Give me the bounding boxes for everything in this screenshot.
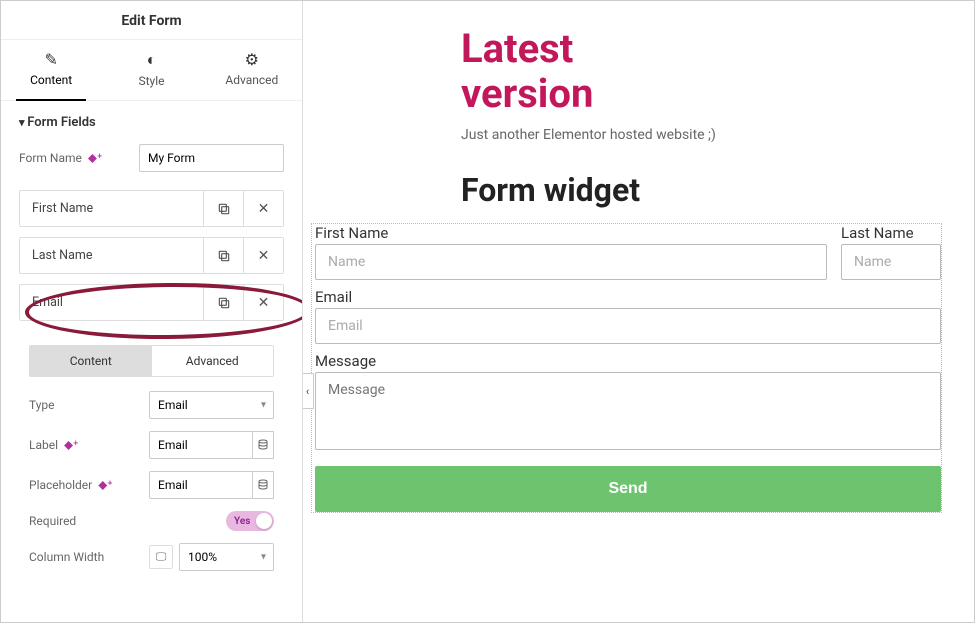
sidebar-title: Edit Form [1, 1, 302, 40]
tab-label: Style [138, 74, 164, 88]
tab-label: Advanced [225, 73, 278, 87]
duplicate-icon[interactable] [203, 191, 243, 226]
preview-pane: ‹ Latest version Just another Elementor … [303, 1, 974, 622]
toggle-knob [256, 513, 272, 529]
editor-tabs: ✎ Content ◐ Style ⚙ Advanced [1, 40, 302, 101]
subtab-advanced[interactable]: Advanced [152, 346, 274, 376]
duplicate-icon[interactable] [203, 285, 243, 320]
tab-advanced[interactable]: ⚙ Advanced [202, 40, 302, 100]
colwidth-label: Column Width [29, 550, 139, 564]
tab-content[interactable]: ✎ Content [1, 40, 101, 100]
email-input[interactable] [315, 308, 941, 344]
editor-sidebar: Edit Form ✎ Content ◐ Style ⚙ Advanced F… [1, 1, 303, 622]
field-item-first-name[interactable]: First Name ✕ [19, 190, 284, 227]
gear-icon: ⚙ [202, 50, 302, 69]
field-item-last-name[interactable]: Last Name ✕ [19, 237, 284, 274]
form-widget-heading: Form widget [461, 171, 942, 209]
required-label: Required [29, 514, 139, 528]
close-icon[interactable]: ✕ [243, 285, 283, 320]
hero: Latest version Just another Elementor ho… [461, 27, 942, 143]
message-textarea[interactable] [315, 372, 941, 450]
panel-body: Form Fields Form Name ⬥⁺ First Name ✕ [1, 101, 302, 622]
field-item-label: Last Name [20, 238, 203, 273]
section-form-fields[interactable]: Form Fields [19, 115, 284, 130]
field-label-email: Email [315, 288, 941, 306]
half-circle-icon: ◐ [101, 50, 201, 70]
last-name-input[interactable] [841, 244, 941, 280]
database-icon[interactable] [253, 471, 274, 499]
hero-subtitle: Just another Elementor hosted website ;) [461, 127, 721, 143]
dynamic-icon[interactable]: ⬥⁺ [88, 151, 102, 166]
first-name-input[interactable] [315, 244, 827, 280]
field-editor: Content Advanced Type Label [19, 331, 284, 571]
field-item-email[interactable]: Email ✕ [19, 284, 284, 321]
field-list: First Name ✕ Last Name ✕ Email [19, 190, 284, 571]
placeholder-input[interactable] [149, 471, 253, 499]
pencil-icon: ✎ [1, 50, 101, 69]
form-name-input[interactable] [139, 144, 284, 172]
placeholder-label: Placeholder ⬥⁺ [29, 478, 139, 493]
form-widget[interactable]: First Name Last Name Email Message [311, 223, 942, 513]
field-label-message: Message [315, 352, 941, 370]
desktop-icon[interactable]: 🖵 [149, 545, 173, 569]
close-icon[interactable]: ✕ [243, 238, 283, 273]
type-select[interactable] [149, 391, 274, 419]
field-label-last-name: Last Name [841, 224, 941, 242]
label-label: Label ⬥⁺ [29, 438, 139, 453]
dynamic-icon[interactable]: ⬥⁺ [98, 478, 112, 493]
dynamic-icon[interactable]: ⬥⁺ [64, 438, 78, 453]
subtab-content[interactable]: Content [30, 346, 152, 376]
database-icon[interactable] [253, 431, 274, 459]
send-button[interactable]: Send [315, 466, 941, 512]
field-item-label: First Name [20, 191, 203, 226]
field-label-first-name: First Name [315, 224, 827, 242]
required-toggle[interactable]: Yes [226, 511, 274, 531]
type-label: Type [29, 398, 139, 412]
tab-label: Content [30, 73, 72, 87]
panel-collapse-handle[interactable]: ‹ [303, 373, 314, 409]
colwidth-select[interactable] [179, 543, 274, 571]
field-subtabs: Content Advanced [29, 345, 274, 377]
tab-style[interactable]: ◐ Style [101, 40, 201, 100]
close-icon[interactable]: ✕ [243, 191, 283, 226]
field-item-label: Email [20, 285, 203, 320]
label-input[interactable] [149, 431, 253, 459]
form-name-label: Form Name ⬥⁺ [19, 151, 129, 166]
duplicate-icon[interactable] [203, 238, 243, 273]
hero-title: Latest version [461, 27, 942, 117]
